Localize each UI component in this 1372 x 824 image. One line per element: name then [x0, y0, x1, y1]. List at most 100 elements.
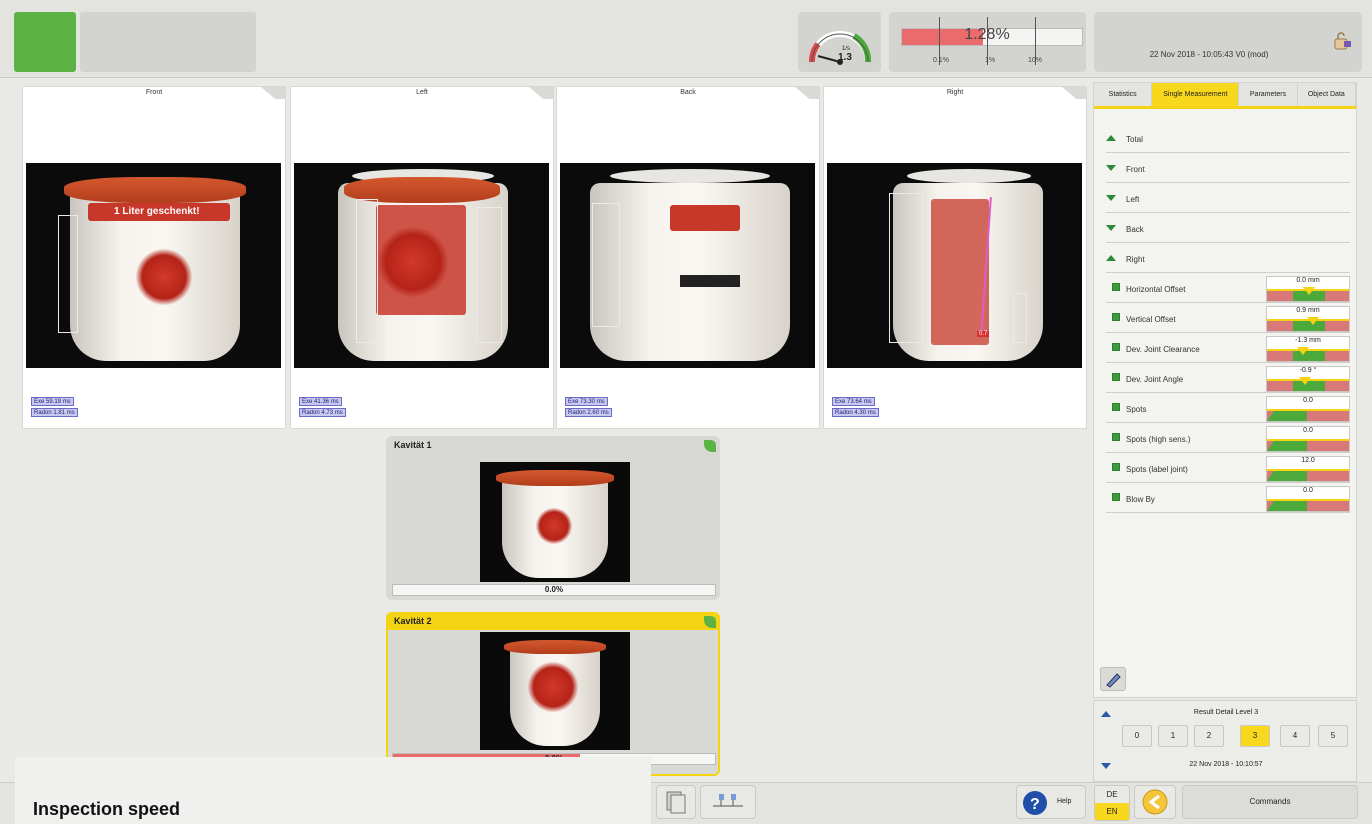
status-panel: [80, 12, 256, 72]
edit-button[interactable]: [1100, 667, 1126, 691]
section-total[interactable]: Total: [1106, 123, 1350, 153]
measurement-row[interactable]: Vertical Offset 0.9 mm: [1106, 303, 1350, 333]
datetime-text: 22 Nov 2018 - 10:05:43: [1149, 50, 1234, 59]
measurement-meter: -0.9 °: [1266, 366, 1350, 392]
measurement-panel: Statistics Single Measurement Parameters…: [1093, 82, 1357, 698]
measurement-row[interactable]: Spots (label joint) 12.0: [1106, 453, 1350, 483]
svg-text:?: ?: [1030, 796, 1040, 813]
joint-badge: 0.7: [977, 331, 990, 337]
cavity-title: Kavität 1: [394, 440, 432, 450]
rate-tick-label: 10%: [1028, 57, 1043, 64]
roi-box: [58, 215, 78, 333]
level-button[interactable]: 0: [1122, 725, 1152, 747]
camera-title: Front: [145, 89, 163, 96]
measurement-label: Vertical Offset: [1126, 315, 1176, 324]
pail-lid: [907, 169, 1031, 183]
info-panel: 22 Nov 2018 - 10:05:43 V0 (mod): [1094, 12, 1362, 72]
section-left[interactable]: Left: [1106, 183, 1350, 213]
camera-front[interactable]: Front 1 Liter geschenkt! Exe 59.19 ms Ra…: [22, 86, 286, 429]
level-button[interactable]: 2: [1194, 725, 1224, 747]
cavity-2-panel[interactable]: Kavität 2 2.0%: [386, 612, 720, 776]
section-right[interactable]: Right: [1106, 243, 1350, 273]
language-toggle[interactable]: DE EN: [1094, 785, 1130, 821]
cavity-title: Kavität 2: [388, 614, 718, 630]
expand-down-icon: [1106, 165, 1116, 171]
pail-lid: [610, 169, 770, 183]
cavity-percent: 0.0%: [392, 584, 716, 596]
tab-single-measurement[interactable]: Single Measurement: [1152, 83, 1240, 106]
pail-graphic: [378, 227, 448, 297]
measurement-row[interactable]: Dev. Joint Angle -0.9 °: [1106, 363, 1350, 393]
measurement-meter: -1.3 mm: [1266, 336, 1350, 362]
camera-title: Right: [946, 89, 964, 96]
level-button-active[interactable]: 3: [1240, 725, 1270, 747]
login-icon[interactable]: [1332, 30, 1352, 50]
tab-parameters[interactable]: Parameters: [1239, 83, 1298, 106]
cavity-image: [480, 462, 630, 582]
camera-title: Back: [680, 89, 696, 96]
measurement-row[interactable]: Spots (high sens.) 0.0: [1106, 423, 1350, 453]
camera-image: [294, 163, 549, 368]
measurement-value: 0.0 mm: [1296, 277, 1320, 284]
section-label: Total: [1126, 135, 1143, 144]
level-button[interactable]: 1: [1158, 725, 1188, 747]
status-square-icon: [1112, 283, 1120, 291]
caption-box: Inspection speed: [15, 757, 651, 824]
measurement-value: 0.0: [1303, 427, 1313, 434]
measurement-value: -0.9 °: [1299, 367, 1317, 374]
rate-value: 1.28%: [964, 26, 1010, 43]
reject-rate-meter: 1.28% 0.1% 1% 10%: [889, 12, 1086, 72]
network-button[interactable]: [700, 785, 756, 819]
camera-left[interactable]: Left Exe 41.36 ms Radon 4.73 ms: [290, 86, 554, 429]
rate-tick-label: 0.1%: [933, 57, 949, 64]
measurement-row[interactable]: Blow By 0.0: [1106, 483, 1350, 513]
section-label: Right: [1126, 255, 1145, 264]
pail-barcode: [680, 275, 740, 287]
measurement-row[interactable]: Dev. Joint Clearance -1.3 mm: [1106, 333, 1350, 363]
network-icon: [713, 794, 743, 807]
roi-box: [1013, 293, 1027, 343]
documents-button[interactable]: [656, 785, 696, 819]
measurement-row[interactable]: Horizontal Offset 0.0 mm: [1106, 273, 1350, 303]
measurement-label: Dev. Joint Angle: [1126, 375, 1184, 384]
section-back[interactable]: Back: [1106, 213, 1350, 243]
roi-box: [889, 193, 923, 343]
tab-statistics[interactable]: Statistics: [1094, 83, 1153, 106]
back-button[interactable]: [1134, 785, 1176, 819]
pail-handle: [504, 640, 606, 654]
tab-object-data[interactable]: Object Data: [1297, 83, 1356, 106]
pail-handle: [64, 177, 246, 203]
level-button[interactable]: 4: [1280, 725, 1310, 747]
exe-time: Exe 59.19 ms: [31, 397, 74, 406]
pail-graphic: [136, 249, 192, 305]
help-button[interactable]: ? Help: [1016, 785, 1086, 819]
section-front[interactable]: Front: [1106, 153, 1350, 183]
result-detail-panel: Result Detail Level 3 0 1 2 3 4 5 22 Nov…: [1093, 700, 1357, 782]
status-square-icon: [1112, 373, 1120, 381]
lang-en[interactable]: EN: [1095, 803, 1129, 820]
camera-title: Left: [416, 89, 428, 96]
pail-handle: [496, 470, 614, 486]
roi-box: [592, 203, 620, 327]
radon-time: Radon 4.73 ms: [299, 408, 346, 417]
exe-time: Exe 73.64 ms: [832, 397, 875, 406]
roi-box: [356, 199, 378, 343]
camera-back[interactable]: Back Exe 73.30 ms Radon 2.60 ms: [556, 86, 820, 429]
cavity-1-panel[interactable]: Kavität 1 0.0%: [386, 436, 720, 600]
measurement-meter: 0.0: [1266, 426, 1350, 452]
roi-box: [476, 207, 502, 343]
status-indicator: [14, 12, 76, 72]
pencil-icon: [1106, 673, 1121, 688]
section-label: Front: [1126, 165, 1145, 174]
pail-graphic: [528, 662, 578, 712]
commands-button[interactable]: Commands: [1182, 785, 1358, 819]
camera-right[interactable]: Right 0.7 Exe 73.64 ms Radon 4.30 ms: [823, 86, 1087, 429]
level-button[interactable]: 5: [1318, 725, 1348, 747]
exe-time: Exe 41.36 ms: [299, 397, 342, 406]
help-icon: ?: [1023, 791, 1047, 815]
status-square-icon: [1112, 493, 1120, 501]
radon-time: Radon 1.81 ms: [31, 408, 78, 417]
lang-de[interactable]: DE: [1095, 786, 1129, 803]
measurement-meter: 0.0: [1266, 486, 1350, 512]
measurement-row[interactable]: Spots 0.0: [1106, 393, 1350, 423]
